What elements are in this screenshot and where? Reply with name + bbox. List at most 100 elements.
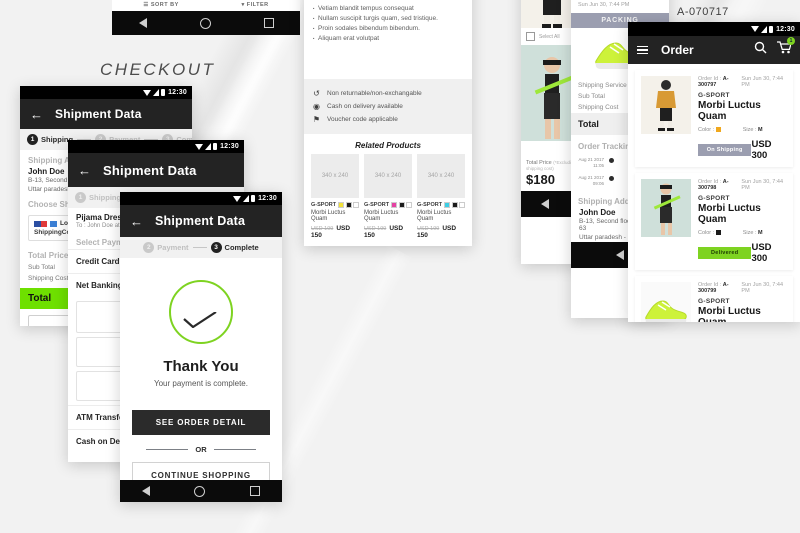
order-body: Order Id : A-300797 Sun Jun 30, 7:44 PM …	[698, 76, 787, 161]
signal-icon	[761, 25, 768, 33]
order-summary-date: Sun Jun 30, 7:44 PM	[578, 2, 630, 8]
bullet-item: Nullam suscipit turgis quam, sed tristiq…	[312, 13, 464, 24]
arrow-back-icon[interactable]: ←	[78, 164, 91, 177]
back-nav-icon[interactable]	[616, 250, 624, 261]
thank-you-block: Thank You Your payment is complete.	[120, 258, 282, 388]
swatch	[444, 202, 450, 208]
order-status-badge: Delivered	[698, 247, 752, 259]
order-list-item[interactable]: Order Id : A-300799 Sun Jun 30, 7:44 PM …	[635, 276, 793, 322]
size-value: M	[758, 230, 763, 236]
tracking-dot-icon	[609, 175, 614, 181]
product-bullets: Vetiam blandit tempus consequat Nullam s…	[304, 0, 472, 51]
order-brand: G-SPORT	[698, 298, 730, 305]
status-time: 12:30	[168, 89, 187, 96]
related-product-card[interactable]: 340 x 240 G-SPORT Morbi Luctus Quam USD …	[311, 154, 359, 239]
app-bar: ← Shipment Data	[68, 153, 244, 187]
cart-icon[interactable]: 1	[777, 37, 795, 59]
order-list-item[interactable]: Order Id : A-300798 Sun Jun 30, 7:44 PM …	[635, 173, 793, 270]
info-label: Voucher code applicable	[327, 116, 398, 123]
tracking-date: Aug 21 2017 09:06	[578, 175, 604, 187]
back-nav-icon[interactable]	[142, 486, 151, 496]
step-divider	[192, 246, 207, 249]
product-price: USD 199 USD 150	[311, 225, 359, 239]
product-brand: G-SPORT	[364, 202, 390, 208]
or-label: OR	[195, 445, 207, 454]
info-row-cash: ◉ Cash on delivery available	[312, 102, 464, 111]
tracking-dot-icon	[609, 158, 614, 163]
wifi-icon	[143, 89, 152, 96]
app-bar-title: Shipment Data	[103, 162, 197, 178]
cart-badge: 1	[787, 37, 795, 45]
order-id: Order Id : A-300798	[698, 179, 741, 191]
order-brand: G-SPORT	[698, 195, 730, 202]
color-swatch	[715, 230, 721, 235]
order-id-fragment: A-070717	[677, 6, 729, 18]
subtotal-label: Sub Total	[28, 264, 55, 271]
product-image-placeholder: 340 x 240	[364, 154, 412, 198]
screen-checkout-complete: 12:30 ← Shipment Data 2 Payment 3 Comple…	[120, 192, 282, 502]
signal-icon	[243, 195, 250, 202]
arrow-back-icon[interactable]: ←	[30, 108, 43, 121]
sort-filter-bar: ☰ SORT BY ▾ FILTER	[112, 0, 300, 11]
order-list-item[interactable]: Order Id : A-300797 Sun Jun 30, 7:44 PM …	[635, 70, 793, 167]
order-price: USD 300	[751, 242, 772, 264]
order-meta: Order Id : A-300799 Sun Jun 30, 7:44 PM	[698, 282, 787, 294]
order-size: Size : M	[743, 127, 763, 133]
wifi-icon	[233, 195, 242, 202]
row-label: Shipping Service	[578, 82, 627, 89]
check-circle-icon	[169, 280, 233, 344]
order-body: Order Id : A-300798 Sun Jun 30, 7:44 PM …	[698, 179, 787, 264]
swatch	[451, 202, 458, 208]
related-product-card[interactable]: 340 x 240 G-SPORT Morbi Luctus Quam USD …	[417, 154, 465, 239]
hamburger-icon[interactable]	[637, 45, 648, 55]
bullet-item: Vetiam blandit tempus consequat	[312, 3, 464, 14]
product-price: USD 199 USD 150	[417, 225, 465, 239]
sort-by-label: SORT BY	[150, 2, 179, 8]
step-shipping[interactable]: 1 Shipping	[27, 134, 73, 145]
order-bottom: On Shipping USD 300	[698, 139, 787, 161]
info-row-return: ↺ Non returnable/non-exchangable	[312, 89, 464, 98]
product-price: USD 199 USD 150	[364, 225, 412, 239]
tracking-date-text: Aug 21 2017	[578, 157, 604, 162]
step-shipping[interactable]: 1 Shipping	[75, 192, 121, 203]
home-nav-icon[interactable]	[199, 17, 211, 29]
app-bar-title: Order	[661, 43, 694, 57]
see-order-detail-button[interactable]: SEE ORDER DETAIL	[132, 410, 270, 435]
search-icon[interactable]	[754, 41, 767, 59]
model-figure-icon	[653, 183, 681, 235]
home-nav-icon[interactable]	[194, 485, 206, 497]
back-nav-icon[interactable]	[138, 18, 147, 28]
model-figure-icon	[534, 57, 574, 139]
order-date: Sun Jun 30, 7:44 PM	[741, 179, 784, 191]
related-top: G-SPORT	[417, 202, 465, 208]
signal-icon	[205, 143, 212, 150]
filter-button[interactable]: ▾ FILTER	[242, 2, 269, 8]
order-price: USD 300	[751, 139, 772, 161]
order-id: Order Id : A-300799	[698, 282, 741, 294]
color-swatches[interactable]	[338, 202, 359, 208]
product-name: Morbi Luctus Quam	[364, 210, 399, 222]
row-label: Shipping Cost	[578, 104, 619, 111]
info-label: Cash on delivery available	[327, 103, 403, 110]
color-swatches[interactable]	[391, 202, 412, 208]
related-top: G-SPORT	[364, 202, 412, 208]
order-size: Size : M	[743, 230, 763, 236]
related-products-heading: Related Products	[355, 141, 421, 150]
recents-nav-icon[interactable]	[263, 18, 274, 28]
courier-logo-icon-2	[50, 220, 57, 227]
color-swatches[interactable]	[444, 202, 465, 208]
recents-nav-icon[interactable]	[249, 486, 260, 496]
status-time: 12:30	[258, 195, 277, 202]
sort-by-button[interactable]: ☰ SORT BY	[143, 2, 178, 8]
size-label: Size :	[742, 127, 757, 133]
step-complete[interactable]: 3 Complete	[210, 242, 259, 253]
or-line-left	[146, 448, 189, 451]
order-attributes: Color : Size : M	[698, 230, 787, 236]
page-title: CHECKOUT	[100, 60, 216, 79]
checkbox-icon[interactable]	[526, 32, 535, 41]
step-payment[interactable]: 2 Payment	[143, 242, 189, 253]
color-swatch	[715, 127, 721, 132]
back-nav-icon[interactable]	[541, 199, 549, 209]
related-product-card[interactable]: 340 x 240 G-SPORT Morbi Luctus Quam USD …	[364, 154, 412, 239]
arrow-back-icon[interactable]: ←	[130, 215, 143, 228]
